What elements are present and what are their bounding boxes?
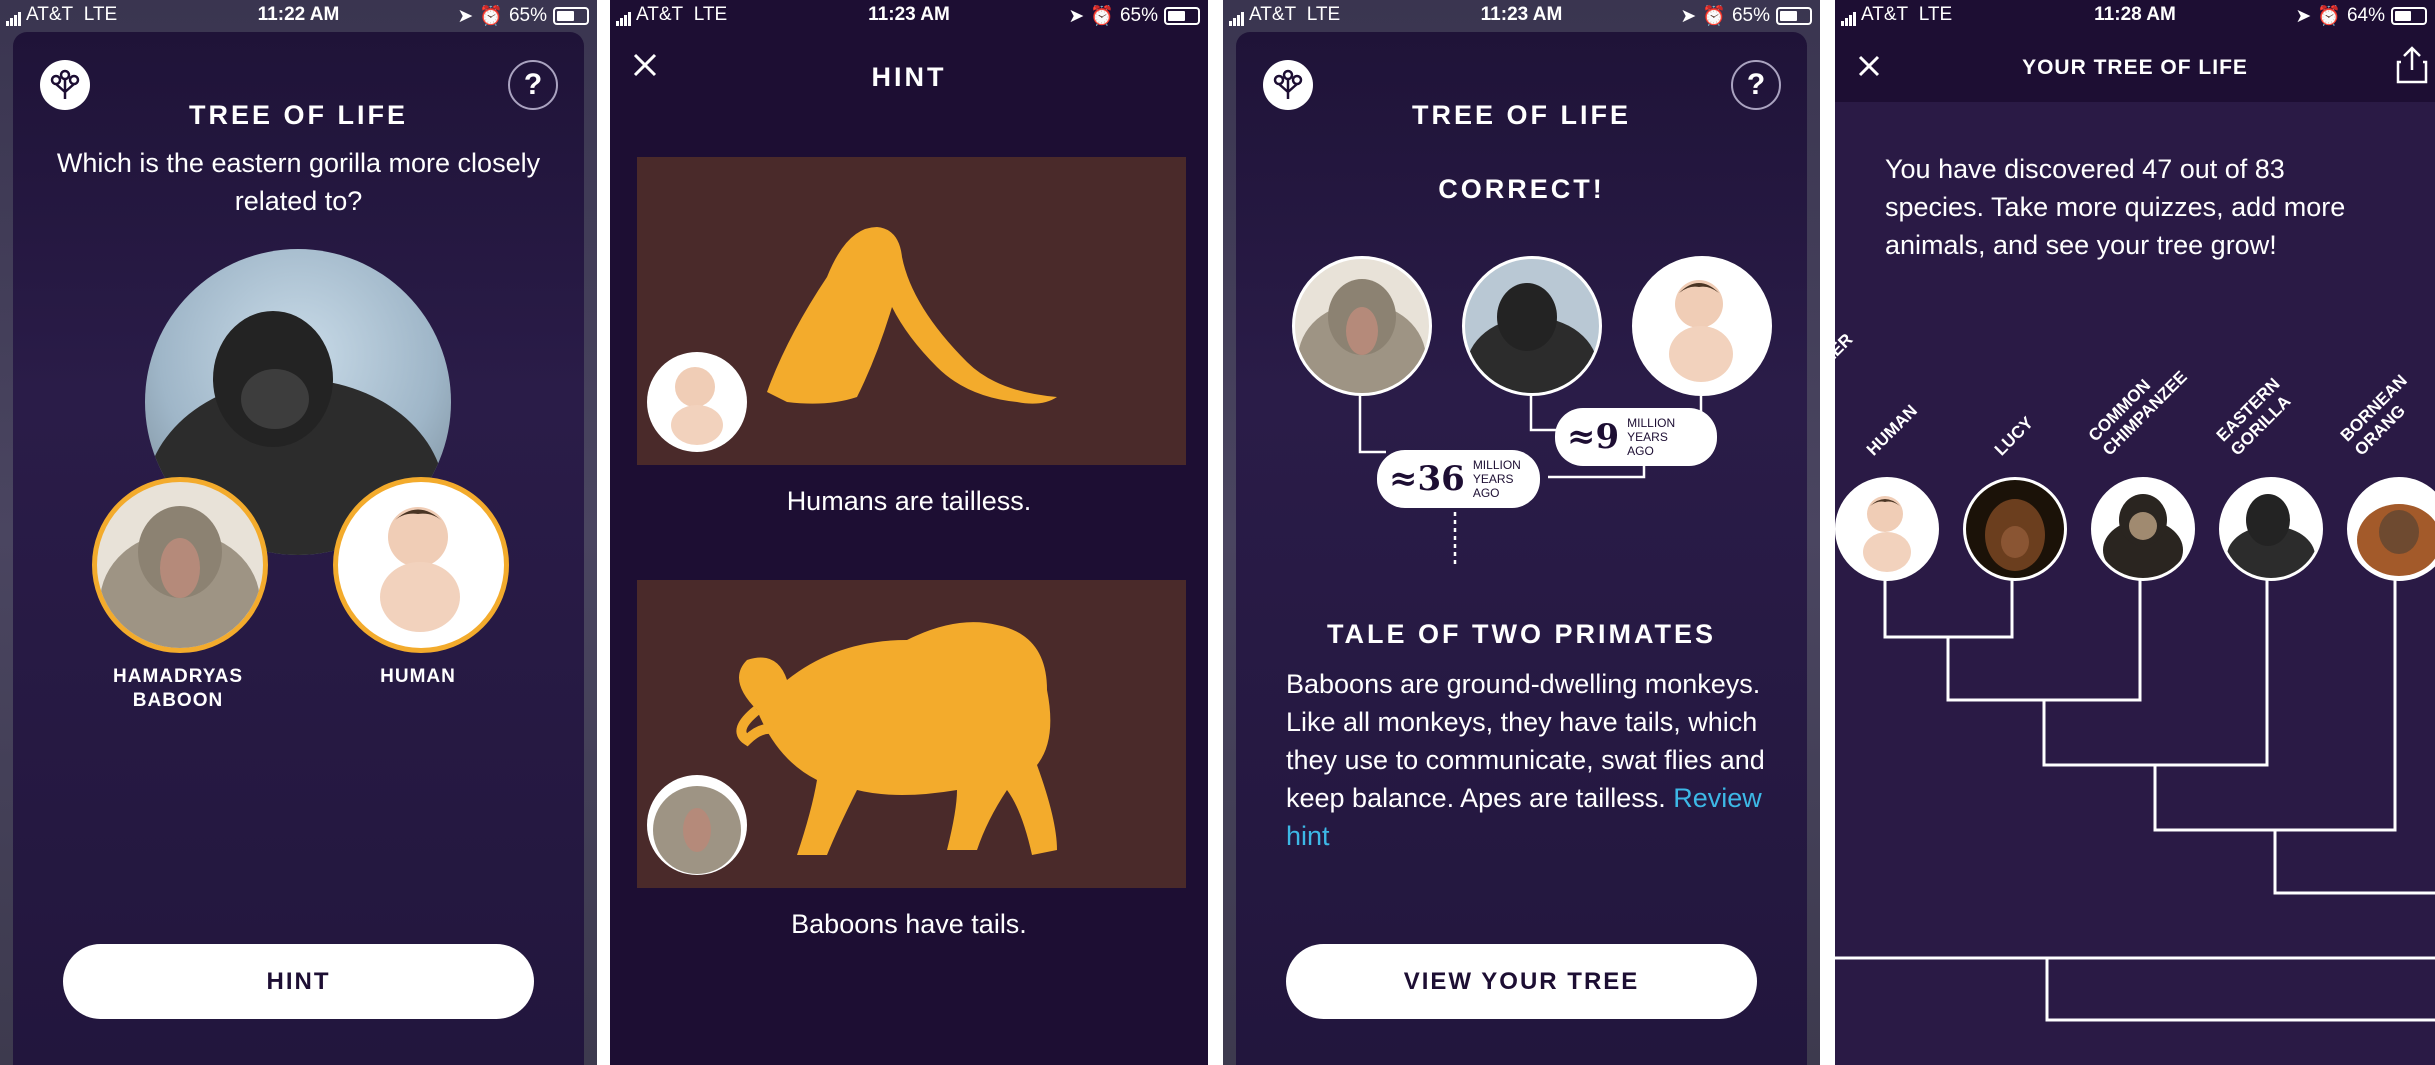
view-tree-button[interactable]: VIEW YOUR TREE bbox=[1286, 944, 1757, 1019]
battery-icon bbox=[1164, 7, 1200, 25]
hint-screen: AT&T LTE 11:23 AM ➤ ⏰ 65% HINT Humans are … bbox=[610, 0, 1208, 1065]
divergence-bubble-9: ≈9 MILLION YEARS AGO bbox=[1555, 408, 1717, 466]
location-icon: ➤ bbox=[1068, 5, 1085, 27]
location-icon: ➤ bbox=[457, 5, 474, 27]
battery-percent: 65% bbox=[1119, 5, 1158, 26]
baboon-label: HAMADRYAS BABOON bbox=[113, 666, 244, 711]
status-bar: AT&T LTE 11:23 AM ➤ ⏰ 65% bbox=[1223, 0, 1820, 32]
hint-panel-human bbox=[637, 157, 1186, 465]
baboon-option[interactable] bbox=[92, 477, 268, 653]
battery-percent: 65% bbox=[1731, 5, 1770, 26]
human-option[interactable] bbox=[333, 477, 509, 653]
human-avatar bbox=[1632, 256, 1772, 396]
result-screen: AT&T LTE 11:23 AM ➤ ⏰ 65% ? TREE OF LIFE C… bbox=[1223, 0, 1820, 1065]
page-title: HINT bbox=[871, 62, 947, 92]
baboon-avatar bbox=[1292, 256, 1432, 396]
alarm-icon: ⏰ bbox=[1702, 6, 1726, 27]
alarm-icon: ⏰ bbox=[479, 6, 503, 27]
tree-node-chimpanzee[interactable] bbox=[2091, 477, 2195, 581]
human-label: HUMAN bbox=[380, 666, 456, 687]
tree-node-gorilla[interactable] bbox=[2219, 477, 2323, 581]
tree-node-lucy[interactable] bbox=[1963, 477, 2067, 581]
hint-button[interactable]: HINT bbox=[63, 944, 534, 1019]
divergence-bubble-36: ≈36 MILLION YEARS AGO bbox=[1377, 450, 1540, 508]
page-title: TREE OF LIFE bbox=[188, 100, 408, 130]
battery-percent: 65% bbox=[508, 5, 547, 26]
hint-text-human: Humans are tailless. bbox=[786, 486, 1032, 516]
battery-icon bbox=[553, 7, 589, 25]
hint-panel-baboon bbox=[637, 580, 1186, 888]
quiz-screen: AT&T LTE 11:22 AM ➤ ⏰ 65% ? TREE OF LIFE W… bbox=[0, 0, 597, 1065]
quiz-card: ? TREE OF LIFE Which is the eastern gori… bbox=[13, 32, 584, 1065]
status-bar: AT&T LTE 11:22 AM ➤ ⏰ 65% bbox=[0, 0, 597, 32]
battery-icon bbox=[1776, 7, 1812, 25]
tree-node-human[interactable] bbox=[1835, 477, 1939, 581]
alarm-icon: ⏰ bbox=[1090, 6, 1114, 27]
explanation-text: Baboons are ground-dwelling monkeys. Lik… bbox=[1286, 669, 1765, 851]
section-subtitle: TALE OF TWO PRIMATES bbox=[1327, 619, 1716, 649]
result-card: ? TREE OF LIFE CORRECT! ≈36 MILLION YEARS… bbox=[1236, 32, 1807, 1065]
location-icon: ➤ bbox=[1680, 5, 1697, 27]
quiz-question: Which is the eastern gorilla more closel… bbox=[56, 148, 541, 216]
status-bar: AT&T LTE 11:23 AM ➤ ⏰ 65% bbox=[610, 0, 1208, 32]
gorilla-avatar bbox=[1462, 256, 1602, 396]
tree-screen: AT&T LTE 11:28 AM ➤ ⏰ 64% YOUR TREE OF LIF… bbox=[1835, 0, 2435, 1065]
hint-text-baboon: Baboons have tails. bbox=[791, 909, 1027, 939]
